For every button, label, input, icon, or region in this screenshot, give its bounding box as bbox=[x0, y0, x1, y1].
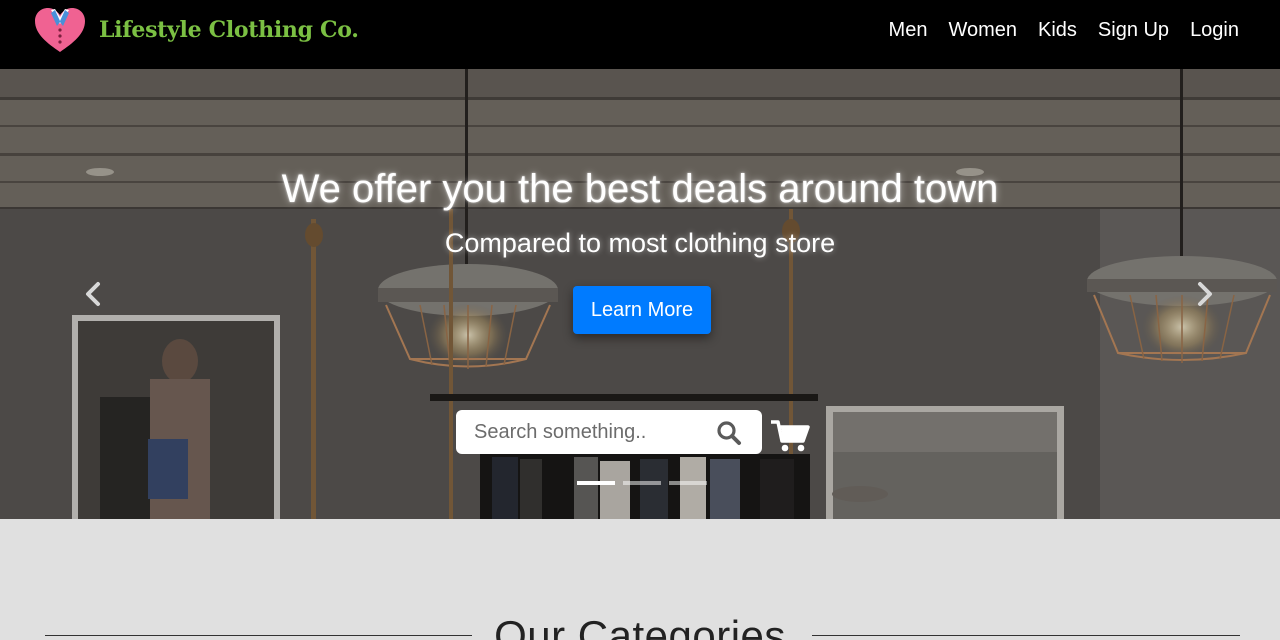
nav-link-sign-up[interactable]: Sign Up bbox=[1098, 17, 1169, 43]
brand-link[interactable]: Lifestyle Clothing Co. bbox=[33, 6, 359, 54]
carousel-indicators bbox=[577, 481, 715, 485]
hero-title: We offer you the best deals around town bbox=[281, 167, 999, 211]
carousel-indicator[interactable] bbox=[669, 481, 707, 485]
carousel-indicator[interactable] bbox=[577, 481, 615, 485]
nav-links: Men Women Kids Sign Up Login bbox=[868, 17, 1239, 43]
search-box bbox=[456, 410, 762, 454]
hero-subtitle: Compared to most clothing store bbox=[444, 228, 836, 258]
nav-link-women[interactable]: Women bbox=[948, 17, 1017, 43]
carousel-indicator[interactable] bbox=[623, 481, 661, 485]
nav-link-login[interactable]: Login bbox=[1190, 17, 1239, 43]
carousel-next-icon[interactable] bbox=[1189, 279, 1219, 309]
nav-link-kids[interactable]: Kids bbox=[1038, 17, 1077, 43]
brand-name: Lifestyle Clothing Co. bbox=[99, 17, 359, 43]
navbar: Lifestyle Clothing Co. Men Women Kids Si… bbox=[0, 0, 1280, 69]
hero-carousel: We offer you the best deals around town … bbox=[0, 69, 1280, 519]
carousel-prev-icon[interactable] bbox=[79, 279, 109, 309]
search-input[interactable] bbox=[474, 420, 714, 444]
nav-link-men[interactable]: Men bbox=[889, 17, 928, 43]
heading-divider-right bbox=[812, 635, 1240, 636]
heart-shirt-icon bbox=[35, 8, 85, 52]
cart-icon[interactable] bbox=[770, 419, 810, 453]
search-icon[interactable] bbox=[716, 420, 742, 446]
learn-more-button[interactable]: Learn More bbox=[573, 286, 711, 334]
